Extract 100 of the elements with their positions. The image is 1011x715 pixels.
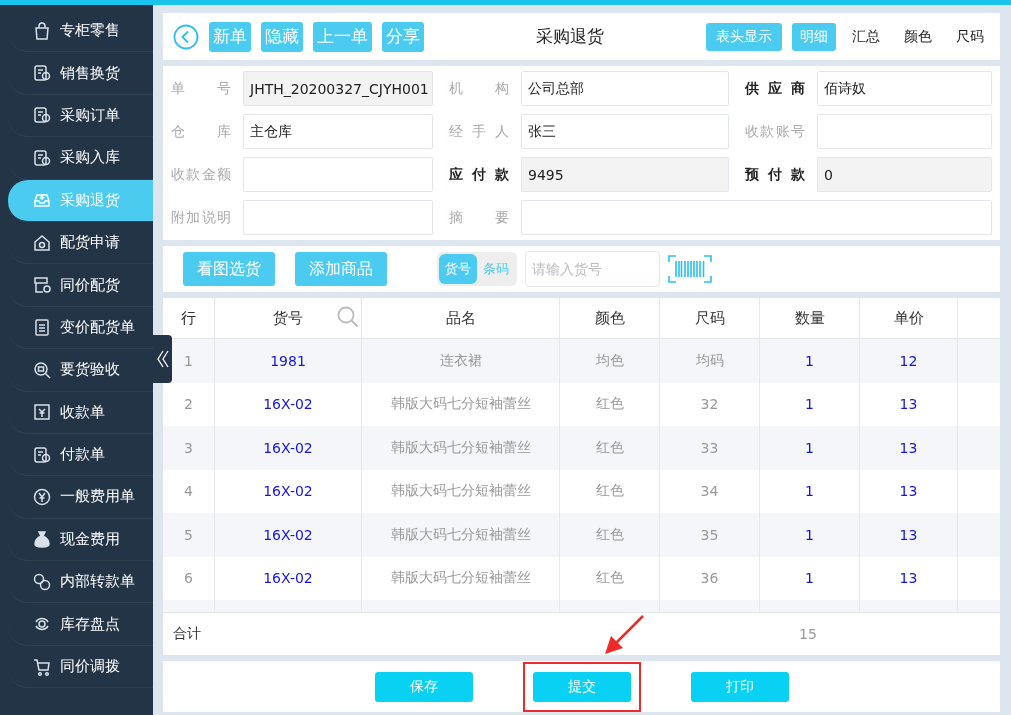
shop-icon xyxy=(32,275,52,296)
table-cell: 1 xyxy=(184,352,193,369)
clip-icon xyxy=(32,317,52,338)
table-cell: 16X-02 xyxy=(263,483,313,500)
table-cell: 1981 xyxy=(270,352,306,369)
double-chevron-icon xyxy=(156,349,169,369)
table-cell: 韩版大码七分短袖蕾丝 xyxy=(390,525,531,544)
total-quantity: 15 xyxy=(799,626,817,642)
column-header: 货号 xyxy=(273,308,303,328)
barcode-scan-icon[interactable] xyxy=(668,255,712,283)
field-label: 经手人 xyxy=(449,122,509,141)
column-header: 颜色 xyxy=(594,308,625,328)
table-cell: 韩版大码七分短袖蕾丝 xyxy=(390,438,531,457)
table-cell: 韩版大码七分短袖蕾丝 xyxy=(390,569,531,588)
sidebar-item[interactable]: 内部转款单 xyxy=(8,561,153,604)
table-cell: 33 xyxy=(700,439,719,456)
sidebar-item[interactable]: 采购入库 xyxy=(8,137,153,180)
field-label: 预付款 xyxy=(745,165,805,184)
page-title: 采购退货 xyxy=(535,25,605,48)
table-cell: 均码 xyxy=(695,351,724,370)
doc-icon xyxy=(32,105,52,126)
table-cell: 1 xyxy=(805,396,814,413)
column-header: 品名 xyxy=(445,308,476,328)
input-field[interactable]: JHTH_20200327_CJYH001 xyxy=(243,71,433,106)
table-cell: 4 xyxy=(184,483,193,500)
input-field[interactable]: 张三 xyxy=(521,114,729,149)
field-label: 附加说明 xyxy=(171,208,231,227)
field-label: 收款账号 xyxy=(745,122,805,141)
table-cell: 16X-02 xyxy=(263,526,313,543)
receipt-icon xyxy=(32,402,52,423)
cart-icon xyxy=(32,656,52,677)
column-header: 行 xyxy=(181,308,196,328)
doc-icon xyxy=(32,63,52,84)
coin-icon xyxy=(32,487,52,507)
column-header: 单价 xyxy=(893,308,924,328)
input-field[interactable] xyxy=(521,200,992,235)
table-cell: 35 xyxy=(700,526,719,543)
field-label: 摘要 xyxy=(449,208,509,227)
sidebar-item[interactable]: 现金费用 xyxy=(8,518,153,562)
field-label: 收款金额 xyxy=(171,165,231,184)
bag-icon xyxy=(32,20,52,41)
table-cell: 1 xyxy=(805,352,814,369)
sidebar-item[interactable]: 专柜零售 xyxy=(8,10,153,53)
input-field[interactable]: 公司总部 xyxy=(521,71,729,106)
sidebar-item[interactable]: 付款单 xyxy=(8,433,153,477)
field-label: 机构 xyxy=(449,79,509,98)
table-cell: 34 xyxy=(700,483,719,500)
moneybag-icon xyxy=(32,529,52,550)
table-cell: 2 xyxy=(184,396,193,413)
sidebar-item[interactable]: 收款单 xyxy=(8,391,153,434)
view-tab[interactable]: 汇总 xyxy=(844,22,888,51)
table-cell: 13 xyxy=(899,396,918,413)
table-cell: 1 xyxy=(805,526,814,543)
table-cell: 1 xyxy=(805,439,814,456)
input-field[interactable] xyxy=(243,200,433,235)
input-field[interactable]: 0 xyxy=(817,157,992,192)
sidebar-item[interactable]: 销售换货 xyxy=(8,52,153,95)
field-label: 应付款 xyxy=(449,165,509,184)
table-cell: 韩版大码七分短袖蕾丝 xyxy=(390,482,531,501)
table-cell: 红色 xyxy=(595,482,624,501)
table-cell: 16X-02 xyxy=(263,570,313,587)
doc-icon xyxy=(32,147,52,168)
table-cell: 6 xyxy=(184,570,193,587)
sidebar-item[interactable]: 库存盘点 xyxy=(8,603,153,646)
collapse-handle[interactable] xyxy=(153,335,172,383)
sidebar-item[interactable]: 一般费用单 xyxy=(8,476,153,519)
back-icon[interactable] xyxy=(173,23,199,50)
search-icon[interactable] xyxy=(337,306,359,328)
table-cell: 5 xyxy=(184,526,193,543)
table-cell: 1 xyxy=(805,483,814,500)
table-cell: 13 xyxy=(899,439,918,456)
input-field[interactable] xyxy=(243,157,433,192)
column-header: 数量 xyxy=(794,308,825,328)
sidebar-item[interactable]: 同价配货 xyxy=(8,264,153,307)
table-cell: 13 xyxy=(899,483,918,500)
sidebar-item[interactable]: 配货申请 xyxy=(8,221,153,265)
table-cell: 连衣裙 xyxy=(439,351,482,370)
input-field[interactable]: 主仓库 xyxy=(243,114,433,149)
input-field[interactable] xyxy=(817,114,992,149)
input-field[interactable]: 9495 xyxy=(521,157,729,192)
column-header: 尺码 xyxy=(694,308,725,328)
table-cell: 红色 xyxy=(595,569,624,588)
sidebar-item[interactable]: 采购订单 xyxy=(8,94,153,138)
doc-icon xyxy=(32,444,52,465)
table-cell: 红色 xyxy=(595,525,624,544)
view-tab[interactable]: 尺码 xyxy=(948,22,992,51)
home-icon xyxy=(32,232,52,253)
field-label: 供应商 xyxy=(745,79,805,98)
sidebar-item[interactable]: 同价调拨 xyxy=(8,645,153,689)
total-label: 合计 xyxy=(173,625,201,643)
table-cell: 韩版大码七分短袖蕾丝 xyxy=(390,395,531,414)
input-field[interactable]: 佰诗奴 xyxy=(817,71,992,106)
sidebar-item[interactable]: 变价配货单 xyxy=(8,306,153,350)
table-cell: 32 xyxy=(700,396,719,413)
table-cell: 红色 xyxy=(595,438,624,457)
table-cell: 均色 xyxy=(595,351,624,370)
search-field[interactable]: 请输入货号 xyxy=(525,251,660,287)
view-tab[interactable]: 颜色 xyxy=(896,22,940,51)
table-cell: 3 xyxy=(184,439,193,456)
field-label: 仓库 xyxy=(171,122,231,141)
